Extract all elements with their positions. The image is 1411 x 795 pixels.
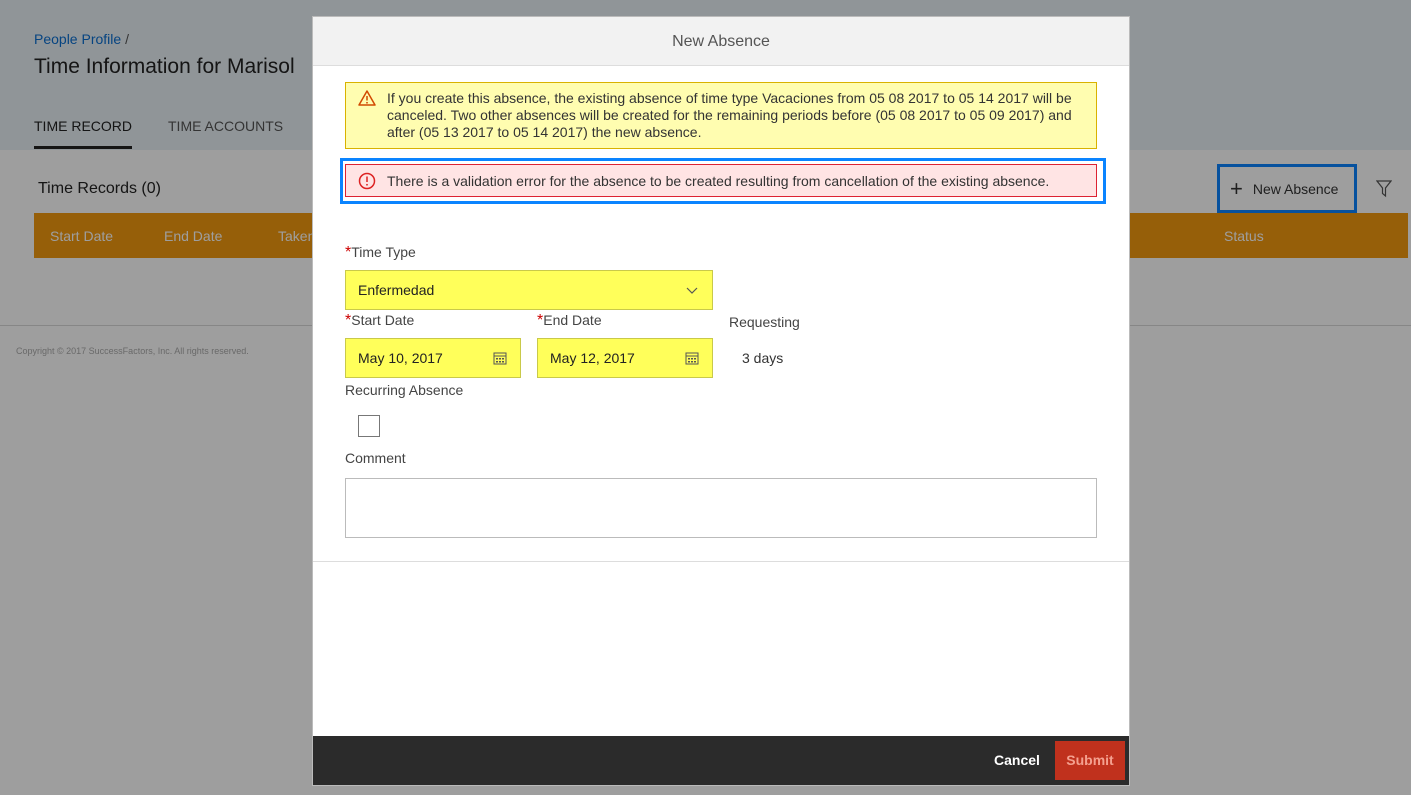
requesting-value: 3 days [742,350,784,366]
comment-label: Comment [345,450,406,466]
chevron-down-icon [686,287,698,294]
start-date-value: May 10, 2017 [358,350,443,366]
recurring-absence-checkbox[interactable] [358,415,380,437]
recurring-absence-label: Recurring Absence [345,382,464,398]
calendar-icon[interactable] [492,350,508,366]
time-type-value: Enfermedad [358,282,435,298]
dialog-divider [313,561,1129,562]
error-message: There is a validation error for the abse… [345,164,1097,197]
dialog-title: New Absence [313,17,1129,66]
cancel-button[interactable]: Cancel [994,752,1040,768]
error-icon [358,172,376,190]
new-absence-dialog: New Absence If you create this absence, … [312,16,1130,786]
time-type-label: *Time Type [345,244,416,261]
calendar-icon[interactable] [684,350,700,366]
time-type-select[interactable]: Enfermedad [345,270,713,310]
end-date-value: May 12, 2017 [550,350,635,366]
start-date-label: *Start Date [345,312,415,329]
warning-text: If you create this absence, the existing… [387,90,1072,140]
start-date-field[interactable]: May 10, 2017 [345,338,521,378]
submit-button[interactable]: Submit [1055,741,1125,780]
dialog-footer: Cancel Submit [313,736,1129,785]
end-date-label: *End Date [537,312,602,329]
warning-icon [358,90,376,106]
comment-textarea[interactable] [345,478,1097,538]
requesting-label: Requesting [729,314,800,330]
error-text: There is a validation error for the abse… [387,173,1050,189]
warning-message: If you create this absence, the existing… [345,82,1097,149]
end-date-field[interactable]: May 12, 2017 [537,338,713,378]
